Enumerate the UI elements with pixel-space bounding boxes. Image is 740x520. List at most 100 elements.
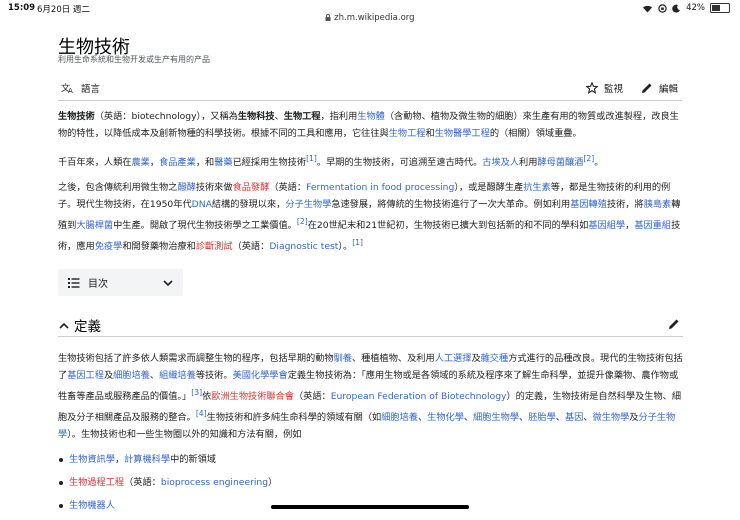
text: 、 bbox=[149, 370, 160, 381]
link-cell-culture-2[interactable]: 細胞培養 bbox=[381, 412, 418, 423]
home-indicator[interactable] bbox=[271, 505, 469, 509]
link-yeast-brewing[interactable]: 酵母菌釀酒 bbox=[537, 157, 583, 168]
text: 、 bbox=[274, 111, 284, 122]
text: 生物技術和許多純生命科學的領域有關（如 bbox=[206, 412, 382, 424]
section-edit-pencil-icon[interactable] bbox=[668, 318, 680, 330]
edit-button[interactable]: 編輯 bbox=[641, 81, 678, 95]
text: ），或是醱酵生產 bbox=[454, 182, 524, 194]
link-diagnostic-test[interactable]: 診斷測試 bbox=[196, 241, 233, 252]
link-bioprocess-engineering[interactable]: 生物過程工程 bbox=[69, 477, 124, 488]
link-fermentation-en[interactable]: Fermentation in food processing bbox=[306, 182, 454, 193]
text: 依 bbox=[202, 391, 212, 403]
citation-link[interactable]: [2] bbox=[583, 154, 594, 163]
link-efb[interactable]: 歐洲生物技術聯合會 bbox=[211, 391, 294, 402]
watch-button[interactable]: 監視 bbox=[586, 81, 623, 95]
text: ）。生物技術也和一些生物圈以外的知識和方法有關，例如 bbox=[67, 429, 302, 441]
link-embryology[interactable]: 胚胎學 bbox=[528, 412, 556, 423]
text: 及 bbox=[471, 353, 481, 364]
link-biorobotics[interactable]: 生物機器人 bbox=[69, 500, 115, 511]
text: ）。 bbox=[338, 241, 353, 253]
page-actions-toolbar: 文A 語言 監視 編輯 bbox=[58, 76, 682, 101]
article-lead: 生物技術（英語：biotechnology），又稱為生物科技、生物工程，指利用生… bbox=[58, 108, 683, 263]
link-dna[interactable]: DNA bbox=[192, 199, 212, 210]
link-bioengineering[interactable]: 生物工程 bbox=[389, 128, 426, 139]
text: ，和 bbox=[195, 157, 215, 169]
link-biochemistry[interactable]: 生物化學 bbox=[427, 412, 464, 423]
bold-term: 生物工程 bbox=[283, 111, 321, 122]
link-genomics[interactable]: 基因組學 bbox=[588, 220, 625, 231]
text: 、 bbox=[463, 412, 474, 424]
status-time: 15:09 bbox=[8, 3, 36, 13]
link-domestication[interactable]: 馴養 bbox=[334, 353, 352, 364]
toc-label: 目次 bbox=[88, 279, 108, 290]
link-computer-science[interactable]: 計算機科學 bbox=[124, 454, 170, 465]
link-agriculture[interactable]: 農業 bbox=[132, 157, 150, 168]
link-e-coli[interactable]: 大腸桿菌 bbox=[76, 220, 113, 231]
url-text: zh.m.wikipedia.org bbox=[334, 13, 415, 23]
link-fermentation[interactable]: 醱酵 bbox=[177, 182, 195, 193]
link-bioprocess-engineering-en[interactable]: bioprocess engineering bbox=[161, 477, 268, 488]
link-transgenic[interactable]: 基因轉殖 bbox=[570, 199, 607, 210]
link-diagnostic-test-en[interactable]: Diagnostic test bbox=[269, 241, 338, 252]
link-hybrid[interactable]: 雜交種 bbox=[481, 353, 509, 364]
bold-term: 生物技術 bbox=[58, 111, 95, 122]
text: （英語： bbox=[232, 241, 270, 253]
link-immunology[interactable]: 免疫學 bbox=[95, 241, 123, 252]
text: 和開發藥物治療和 bbox=[122, 241, 196, 253]
link-medicine[interactable]: 醫藥 bbox=[214, 157, 232, 168]
link-food-fermentation[interactable]: 食品發酵 bbox=[233, 182, 270, 193]
text: ， bbox=[625, 220, 635, 232]
text: 利用 bbox=[519, 157, 538, 169]
link-food-industry[interactable]: 食品產業 bbox=[159, 157, 196, 168]
link-molecular-biology[interactable]: 分子生物學 bbox=[285, 199, 331, 210]
text: 。 bbox=[594, 157, 604, 169]
link-cell-biology[interactable]: 細胞生物學 bbox=[473, 412, 519, 423]
battery-percent: 42% bbox=[686, 3, 705, 13]
citation-link[interactable]: [2] bbox=[297, 217, 308, 226]
paragraph-1: 生物技術（英語：biotechnology），又稱為生物科技、生物工程，指利用生… bbox=[58, 108, 683, 142]
link-tissue-culture[interactable]: 組織培養 bbox=[159, 370, 196, 381]
bold-term: 生物科技 bbox=[237, 111, 275, 122]
svg-text:A: A bbox=[68, 87, 73, 94]
citation-link[interactable]: [1] bbox=[306, 154, 317, 163]
page-subtitle: 利用生命系統和生物开发或生产有用的产品 bbox=[58, 55, 210, 64]
chevron-down-icon bbox=[163, 280, 173, 287]
text: 已經採用生物技術 bbox=[232, 157, 307, 169]
battery-icon bbox=[710, 3, 730, 13]
text: 之後，包含傳統利用微生物之 bbox=[58, 182, 178, 194]
link-bioinformatics[interactable]: 生物資訊學 bbox=[69, 454, 115, 465]
link-insulin[interactable]: 胰島素 bbox=[644, 199, 672, 210]
link-biomedical-engineering[interactable]: 生物醫學工程 bbox=[435, 128, 490, 139]
chevron-up-icon[interactable] bbox=[59, 322, 69, 329]
link-antibiotics[interactable]: 抗生素 bbox=[523, 182, 551, 193]
citation-link[interactable]: [4] bbox=[196, 409, 207, 418]
link-ancient-egyptians[interactable]: 古埃及人 bbox=[482, 157, 519, 168]
list-item: 生物資訊學，計算機科學中的新領域 bbox=[59, 451, 683, 468]
link-artificial-selection[interactable]: 人工選擇 bbox=[435, 353, 472, 364]
text: 技術來做 bbox=[195, 182, 233, 194]
link-cell-culture[interactable]: 細胞培養 bbox=[113, 370, 150, 381]
link-recombinant[interactable]: 基因重組 bbox=[634, 220, 671, 231]
citation-link[interactable]: [3] bbox=[191, 388, 202, 397]
link-organism[interactable]: 生物體 bbox=[357, 111, 385, 122]
text: 及 bbox=[103, 370, 114, 381]
toc-button[interactable]: 目次 bbox=[58, 269, 183, 296]
link-efb-en[interactable]: European Federation of Biotechnology bbox=[331, 391, 507, 402]
text: 中的新領域 bbox=[170, 454, 216, 466]
link-genetic-engineering[interactable]: 基因工程 bbox=[67, 370, 104, 381]
link-gene[interactable]: 基因 bbox=[565, 412, 583, 423]
address-bar[interactable]: zh.m.wikipedia.org bbox=[0, 13, 740, 23]
section-heading[interactable]: 定義 bbox=[58, 314, 683, 337]
text: （英語：biotechnology），又稱為 bbox=[94, 111, 238, 122]
language-button[interactable]: 文A 語言 bbox=[61, 81, 100, 95]
text: ， bbox=[149, 157, 160, 169]
link-microbiology[interactable]: 微生物學 bbox=[593, 412, 630, 423]
link-acs[interactable]: 美國化學學會 bbox=[233, 370, 288, 381]
text: 和 bbox=[425, 128, 435, 139]
section-title: 定義 bbox=[74, 319, 101, 335]
citation-link[interactable]: [1] bbox=[352, 238, 363, 247]
moon-icon bbox=[672, 4, 681, 13]
text: 等技術。 bbox=[195, 370, 233, 381]
paragraph-3: 之後，包含傳統利用微生物之醱酵技術來做食品發酵 （英語： Fermentation … bbox=[58, 179, 683, 255]
list-item: 生物過程工程（英語：bioprocess engineering） bbox=[59, 474, 683, 491]
